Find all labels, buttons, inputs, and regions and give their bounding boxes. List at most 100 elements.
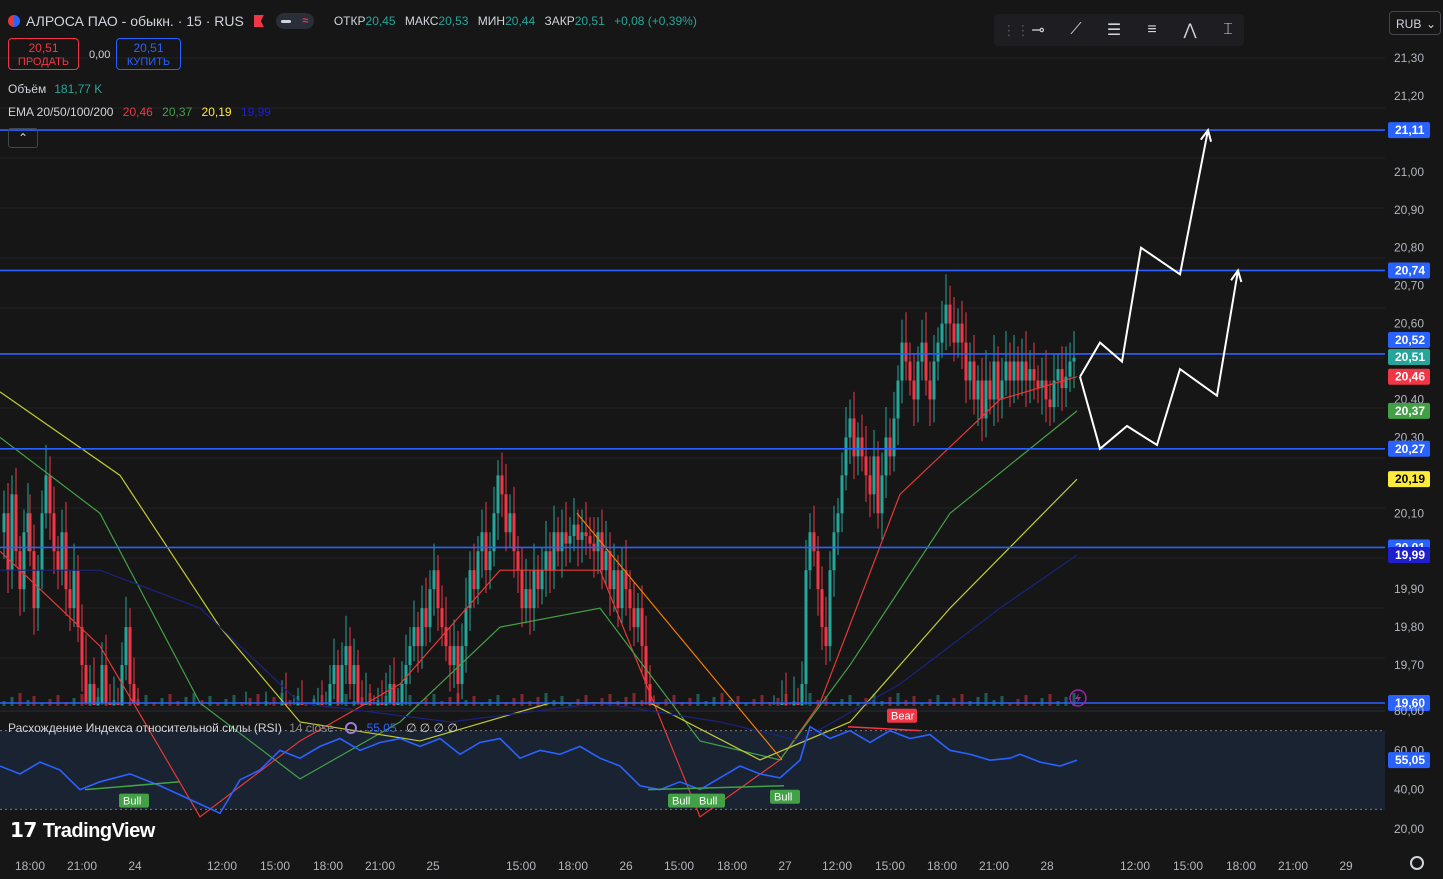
- price-badge-label: 20,27: [1395, 442, 1425, 456]
- price-chart[interactable]: 21,3021,2021,0020,9020,8020,7020,6020,40…: [0, 0, 1443, 879]
- candle-body: [812, 532, 816, 552]
- volume-bar: [320, 695, 324, 706]
- candle-body: [992, 361, 996, 400]
- volume-bar: [120, 696, 124, 706]
- candle-body: [428, 589, 432, 628]
- time-tick-label: 26: [619, 859, 633, 873]
- time-tick-label: 27: [778, 859, 792, 873]
- candle-body: [424, 608, 428, 628]
- tv-logo-icon: 𝟭𝟳: [10, 820, 37, 842]
- chevron-down-icon: ⌄: [1425, 17, 1436, 31]
- candle-body: [420, 608, 424, 647]
- volume-bar: [472, 696, 476, 706]
- volume-bar: [232, 695, 236, 706]
- volume-bar: [248, 698, 252, 706]
- volume-legend[interactable]: Объём 181,77 K: [8, 82, 102, 96]
- candle-body: [1068, 361, 1072, 377]
- candle-body: [496, 475, 500, 514]
- candle-body: [816, 551, 820, 590]
- time-tick-label: 18:00: [558, 859, 588, 873]
- candle-body: [1012, 361, 1016, 381]
- candle-body: [1000, 380, 1004, 400]
- price-tick-label: 20,90: [1394, 203, 1424, 217]
- volume-bar: [896, 693, 900, 706]
- price-tick-label: 20,70: [1394, 279, 1424, 293]
- price-tick-label: 21,00: [1394, 165, 1424, 179]
- long-position-tool-icon[interactable]: ≡: [1140, 21, 1164, 39]
- drag-handle-icon[interactable]: ⋮⋮: [1002, 22, 1030, 39]
- volume-bar: [1048, 694, 1052, 706]
- tradingview-logo[interactable]: 𝟭𝟳 TradingView: [10, 818, 155, 843]
- candle-body: [884, 437, 888, 476]
- time-tick-label: 28: [1040, 859, 1054, 873]
- volume-bar: [912, 696, 916, 706]
- volume-bar: [456, 693, 460, 706]
- horizontal-ray-tool-icon[interactable]: ⊸: [1026, 20, 1050, 40]
- candle-body: [332, 665, 336, 685]
- candle-body: [940, 323, 944, 343]
- volume-bar: [520, 694, 524, 706]
- candle-body: [588, 536, 592, 544]
- candle-body: [640, 608, 644, 647]
- volume-bar: [72, 698, 76, 706]
- candle-body: [32, 551, 36, 609]
- bull-signal-label: Bull: [774, 792, 792, 804]
- candle-body: [584, 532, 588, 537]
- candle-body: [900, 342, 904, 381]
- time-tick-label: 12:00: [1120, 859, 1150, 873]
- chart-mode-toggle[interactable]: ≈: [275, 13, 314, 29]
- volume-bar: [184, 697, 188, 706]
- candle-body: [472, 570, 476, 590]
- volume-bar: [808, 693, 812, 706]
- rsi-tick-label: 80,00: [1394, 704, 1424, 718]
- trend-line-tool-icon[interactable]: ⟋: [1064, 21, 1088, 39]
- candle-body: [476, 551, 480, 590]
- fib-tool-icon[interactable]: ☰: [1102, 20, 1126, 40]
- candle-body: [860, 437, 864, 457]
- candle-body: [552, 532, 556, 571]
- candle-body: [1056, 369, 1060, 381]
- price-badge-label: 20,46: [1395, 370, 1425, 384]
- candle-body: [528, 589, 532, 609]
- candle-body: [480, 532, 484, 552]
- candle-body: [872, 456, 876, 495]
- path-tool-icon[interactable]: ⋀: [1178, 20, 1202, 40]
- candle-body: [880, 475, 884, 514]
- time-tick-label: 12:00: [822, 859, 852, 873]
- candle-body: [996, 361, 1000, 400]
- volume-bar: [800, 697, 804, 706]
- buy-button[interactable]: 20,51 КУПИТЬ: [116, 38, 181, 70]
- refresh-icon[interactable]: [345, 722, 358, 734]
- candle-body: [988, 380, 992, 400]
- bear-signal-label: Bear: [891, 711, 915, 723]
- candle-body: [80, 627, 84, 666]
- candle-body: [432, 570, 436, 590]
- ema-legend[interactable]: EMA 20/50/100/200 20,46 20,37 20,19 19,9…: [8, 105, 271, 119]
- candle-body: [404, 665, 408, 685]
- collapse-legend-button[interactable]: ⌃: [8, 128, 38, 148]
- candle-body: [876, 456, 880, 514]
- volume-bar: [32, 696, 36, 706]
- candle-body: [76, 570, 80, 628]
- currency-select[interactable]: RUB ⌄: [1389, 11, 1441, 35]
- settings-icon[interactable]: [1410, 856, 1424, 870]
- volume-bar: [448, 697, 452, 706]
- price-badge-label: 19,99: [1395, 548, 1425, 562]
- symbol-title[interactable]: АЛРОСА ПАО - обыкн. · 15 · RUS: [26, 13, 244, 29]
- candle-body: [124, 627, 128, 666]
- volume-bar: [736, 696, 740, 706]
- price-badge-label: 20,52: [1395, 333, 1425, 347]
- volume-bar: [1040, 698, 1044, 706]
- sell-button[interactable]: 20,51 ПРОДАТЬ: [8, 38, 79, 70]
- candle-body: [560, 532, 564, 552]
- candle-body: [832, 532, 836, 571]
- rsi-legend[interactable]: Расхождение Индекса относительной силы (…: [8, 721, 458, 735]
- time-tick-label: 15:00: [1173, 859, 1203, 873]
- candle-body: [448, 646, 452, 666]
- candle-body: [632, 608, 636, 628]
- flag-icon[interactable]: [253, 15, 264, 27]
- bull-signal-label: Bull: [699, 796, 717, 808]
- measure-tool-icon[interactable]: ⌶: [1216, 21, 1240, 39]
- candle-body: [580, 532, 584, 540]
- volume-bar: [776, 698, 780, 706]
